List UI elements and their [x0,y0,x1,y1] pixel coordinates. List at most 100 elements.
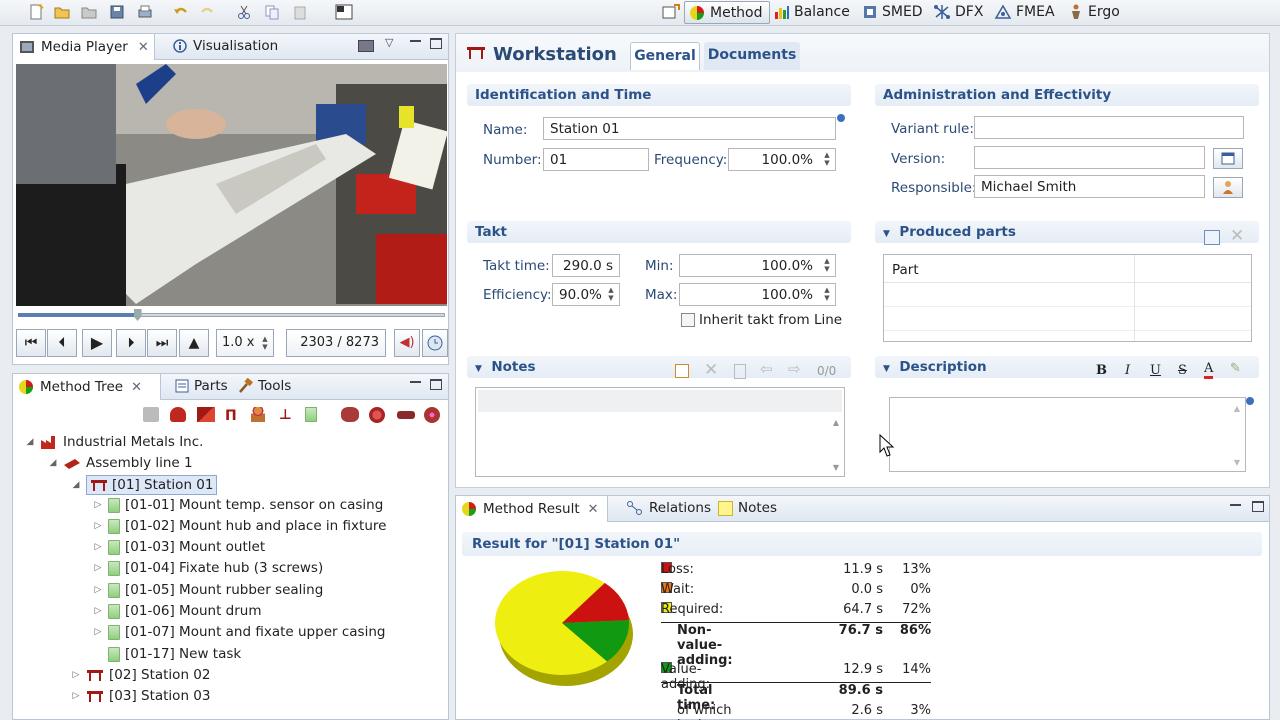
maximize-icon[interactable] [430,38,442,49]
expand-arrow-icon[interactable]: ▷ [93,627,103,637]
tree-task-row[interactable]: ▷ [01-06] Mount drum [93,603,262,619]
remove-part-icon[interactable]: ✕ [1230,226,1244,246]
next-note-icon[interactable]: ⇨ [788,360,801,378]
number-field[interactable]: 01 [543,148,649,171]
minimize-view-icon[interactable] [410,381,421,383]
add-station-icon[interactable]: Π [225,408,237,424]
underline-icon[interactable]: U [1150,363,1161,378]
tool-c-icon[interactable] [397,411,415,419]
minimize-view-icon[interactable] [410,40,421,42]
efficiency-field[interactable]: 90.0% ▲ ▼ [552,283,620,306]
version-picker-button[interactable] [1213,148,1243,169]
tab-method-result[interactable]: Method Result ✕ [456,496,608,522]
close-icon[interactable]: ✕ [588,502,599,517]
tree-station1-selection[interactable]: [01] Station 01 [86,475,218,495]
speed-spinner[interactable]: ▲ ▼ [259,335,271,352]
maximize-icon[interactable] [430,379,442,390]
folder-gray-icon[interactable] [143,407,159,422]
scroll-down-icon[interactable]: ▼ [1234,458,1240,467]
undo-icon[interactable] [170,2,192,22]
expand-arrow-icon[interactable]: ▷ [71,691,81,701]
name-field[interactable]: Station 01 [543,117,836,140]
tree-task-row[interactable]: [01-17] New task [93,646,241,662]
min-spinner[interactable]: ▲ ▼ [821,257,833,274]
perspective-dfx[interactable]: DFX [933,4,983,20]
close-icon[interactable]: ✕ [131,380,142,395]
perspective-switch-icon[interactable] [660,2,682,22]
scroll-up-icon[interactable]: ▲ [833,418,839,427]
version-field[interactable] [974,146,1205,169]
scroll-down-icon[interactable]: ▼ [833,463,839,472]
takt-time-field[interactable]: 290.0 s [552,254,620,277]
expand-arrow-icon[interactable]: ▷ [93,500,103,510]
minimize-icon[interactable]: ▽ [385,36,393,49]
seek-slider[interactable] [16,309,447,321]
first-frame-button[interactable]: ⏮ [16,329,46,357]
print-icon[interactable] [134,2,156,22]
tool-b-icon[interactable] [369,407,385,423]
folder-icon[interactable] [78,2,100,22]
perspective-method[interactable]: Method [684,1,770,24]
close-icon[interactable]: ✕ [138,40,149,55]
last-frame-button[interactable]: ⏭ [147,329,177,357]
paste-icon[interactable] [289,2,311,22]
frequency-spinner[interactable]: ▲ ▼ [821,151,833,168]
tab-general[interactable]: General [630,42,700,70]
redo-icon[interactable] [196,2,218,22]
add-task-icon[interactable] [305,407,317,422]
tab-media-player[interactable]: Media Player ✕ [13,34,155,60]
tree-station2-row[interactable]: ▷ [02] Station 02 [71,667,211,683]
max-field[interactable]: 100.0% ▲ ▼ [679,283,836,306]
tree-line-row[interactable]: ◢ Assembly line 1 [48,455,193,471]
frequency-field[interactable]: 100.0% ▲ ▼ [728,148,836,171]
tool-d-icon[interactable] [424,407,440,423]
variant-rule-field[interactable] [974,116,1244,139]
text-color-icon[interactable]: A [1204,361,1214,379]
expand-arrow-icon[interactable]: ▷ [93,606,103,616]
collapse-arrow-icon[interactable]: ◢ [25,437,35,447]
italic-icon[interactable]: I [1125,363,1130,378]
note-doc-icon[interactable] [734,364,746,379]
cut-icon[interactable] [233,2,255,22]
perspective-ergo[interactable]: Ergo [1068,4,1120,20]
maximize-icon[interactable] [1252,501,1264,512]
tree-task-row[interactable]: ▷ [01-05] Mount rubber sealing [93,582,324,598]
tree-task-row[interactable]: ▷ [01-03] Mount outlet [93,539,266,555]
add-company-icon[interactable] [170,407,186,422]
expand-arrow-icon[interactable]: ▷ [93,521,103,531]
tree-root-row[interactable]: ◢ Industrial Metals Inc. [25,434,204,450]
clock-button[interactable] [422,329,448,357]
next-frame-button[interactable]: ⏵ [116,329,146,357]
video-frame[interactable] [16,64,447,306]
max-spinner[interactable]: ▲ ▼ [821,286,833,303]
tab-visualisation[interactable]: Visualisation [173,38,278,54]
expand-arrow-icon[interactable]: ▷ [93,585,103,595]
tree-task-row[interactable]: ▷ [01-02] Mount hub and place in fixture [93,518,387,534]
minimize-view-icon[interactable] [1230,504,1241,506]
speed-field[interactable]: 1.0 x ▲ ▼ [216,329,274,357]
add-tool-icon[interactable]: ⊥ [279,407,292,423]
tree-task-row[interactable]: ▷ [01-01] Mount temp. sensor on casing [93,497,384,513]
mute-button[interactable]: ◀) [394,329,420,357]
spellcheck-icon[interactable]: ✎ [1230,361,1241,376]
seek-handle[interactable] [133,309,142,321]
collapse-arrow-icon[interactable]: ◢ [48,458,58,468]
tab-relations[interactable]: Relations [626,500,711,516]
tab-notes[interactable]: Notes [718,500,777,516]
add-part-icon[interactable] [1204,230,1220,245]
bold-icon[interactable]: B [1096,363,1107,378]
layout-icon[interactable] [333,2,355,22]
expand-arrow-icon[interactable]: ▷ [93,542,103,552]
tree-task-row[interactable]: ▷ [01-04] Fixate hub (3 screws) [93,560,324,576]
open-folder-icon[interactable] [51,2,73,22]
tab-parts[interactable]: Parts [175,378,228,394]
tree-station3-row[interactable]: ▷ [03] Station 03 [71,688,211,704]
efficiency-spinner[interactable]: ▲ ▼ [605,286,617,303]
perspective-smed[interactable]: SMED [862,4,923,20]
tree-task-row[interactable]: ▷ [01-07] Mount and fixate upper casing [93,624,386,640]
eject-button[interactable]: ▲ [179,329,209,357]
expand-arrow-icon[interactable]: ▷ [93,563,103,573]
add-note-icon[interactable] [675,364,689,378]
expand-arrow-icon[interactable]: ▷ [71,670,81,680]
notes-textarea[interactable]: ▲ ▼ [475,387,845,477]
